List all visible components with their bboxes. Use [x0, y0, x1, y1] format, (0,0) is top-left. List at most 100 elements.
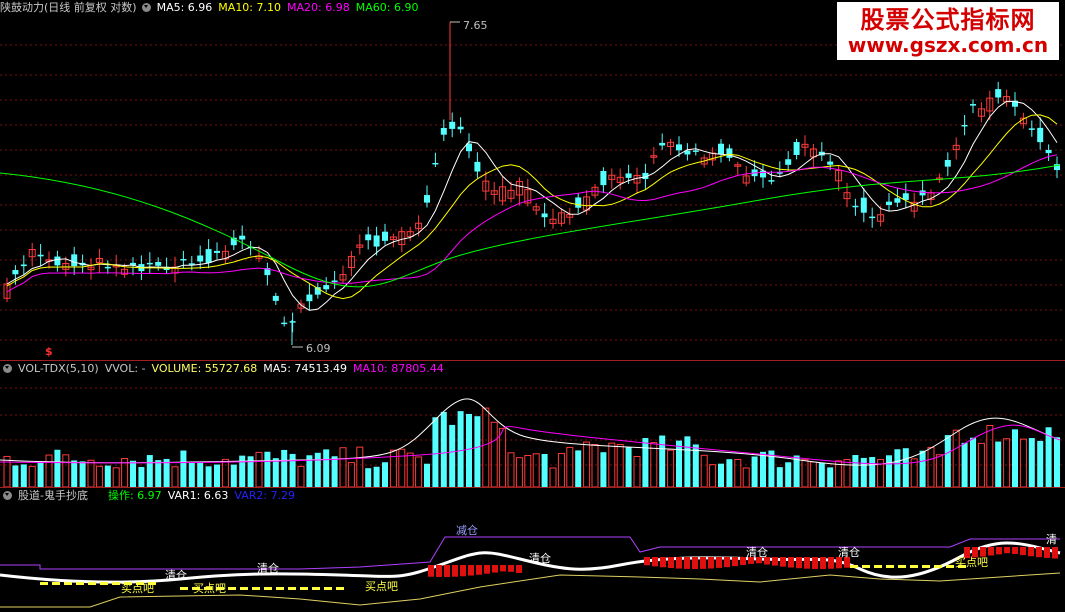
indicator-title[interactable]: 股道-鬼手抄底 — [18, 489, 88, 502]
volume-bar — [188, 462, 195, 487]
red-block — [780, 557, 786, 567]
red-block — [660, 557, 666, 568]
yellow-dash — [252, 587, 260, 590]
candle-body — [306, 294, 313, 302]
volume-bar — [499, 427, 507, 487]
volume-bar — [389, 449, 397, 487]
candle-body — [449, 121, 456, 129]
volume-bar — [45, 454, 53, 487]
volume-bar — [356, 446, 364, 487]
volume-bar — [37, 461, 44, 487]
vol-title[interactable]: VOL-TDX(5,10) — [18, 362, 99, 375]
candle-body — [1028, 128, 1035, 130]
volume-bar — [221, 458, 229, 487]
candle-body — [331, 280, 338, 282]
dropdown-circle-icon[interactable] — [141, 3, 151, 12]
volume-bar — [406, 452, 414, 487]
price-chart-panel[interactable]: 陕鼓动力(日线 前复权 对数) MA5: 6.96 MA10: 7.10 MA20: … — [0, 0, 1065, 360]
reduce-label: 减仓 — [456, 524, 478, 537]
volume-bar — [541, 454, 548, 487]
volume-bar — [760, 451, 766, 487]
candle-body — [382, 231, 388, 241]
volume-bar — [625, 447, 632, 487]
yellow-dash — [240, 587, 248, 590]
yellow-dash — [910, 565, 918, 568]
vol-ma5-readout: MA5: 74513.49 — [263, 362, 347, 375]
dropdown-circle-icon[interactable] — [3, 364, 12, 373]
candle-body — [440, 127, 447, 135]
volume-bar — [365, 468, 372, 487]
red-block — [492, 565, 498, 573]
red-block — [820, 557, 826, 569]
volume-bar — [466, 413, 472, 487]
yellow-dash — [886, 565, 894, 568]
candle-body — [718, 143, 724, 155]
volume-bar — [751, 456, 758, 487]
candle-body — [860, 197, 867, 213]
red-block — [484, 565, 490, 574]
clear-label: 清仓 — [746, 546, 768, 559]
yellow-dash — [100, 582, 108, 585]
clear-label: 清仓 — [838, 546, 860, 559]
volume-bar — [314, 452, 321, 487]
volume-bar — [734, 458, 742, 487]
candle-body — [785, 159, 792, 165]
candle-body — [155, 261, 162, 266]
volume-bar — [961, 442, 968, 487]
red-block — [788, 557, 794, 568]
ma10-readout: MA10: 7.10 — [218, 1, 282, 14]
stock-title[interactable]: 陕鼓动力(日线 前复权 对数) — [0, 1, 137, 14]
ma60-readout: MA60: 6.90 — [355, 1, 419, 14]
red-block — [452, 565, 458, 577]
candle-body — [12, 270, 19, 275]
volume-bar — [205, 466, 212, 487]
ma5-line — [6, 100, 1058, 311]
yellow-dash — [850, 565, 858, 568]
volume-bar — [347, 462, 355, 487]
ma60-line — [0, 164, 1061, 288]
volume-chart-panel[interactable]: VOL-TDX(5,10) VVOL: - VOLUME: 55727.68 MA5:… — [0, 360, 1065, 487]
volume-bar — [809, 461, 817, 487]
red-block — [516, 565, 522, 573]
volume-bar — [432, 417, 439, 487]
volume-bar — [457, 411, 464, 487]
red-block — [812, 557, 818, 569]
volume-bar — [474, 416, 481, 487]
red-block — [988, 547, 994, 556]
volume-bar — [718, 463, 724, 487]
dropdown-circle-icon[interactable] — [3, 491, 12, 500]
volume-bar — [532, 453, 540, 487]
candle-body — [180, 258, 187, 261]
red-block — [676, 557, 682, 569]
volume-bar — [3, 455, 11, 487]
volume-bar — [28, 465, 36, 487]
candle-body — [1037, 127, 1044, 143]
yellow-dash — [40, 582, 48, 585]
volume-bar — [659, 435, 666, 487]
volume-bar — [676, 440, 682, 487]
candle-body — [197, 255, 204, 262]
volume-bar — [323, 449, 330, 487]
red-block — [436, 565, 442, 577]
volume-bar — [970, 437, 976, 487]
volume-chart[interactable] — [0, 360, 1065, 487]
yellow-dash — [88, 582, 96, 585]
red-block — [708, 557, 714, 569]
volume-bar — [62, 454, 70, 487]
volume-bar — [1003, 438, 1011, 487]
candle-body — [894, 198, 901, 203]
volume-bar — [684, 436, 691, 487]
volume-bar — [104, 465, 111, 487]
red-block — [772, 557, 778, 566]
candle-body — [827, 161, 834, 165]
vol-ma10-readout: MA10: 87805.44 — [352, 362, 444, 375]
indicator-panel[interactable]: 股道-鬼手抄底 操作: 6.97 VAR1: 6.63 VAR2: 7.29 减仓 清… — [0, 487, 1065, 612]
watermark-title: 股票公式指标网 — [860, 6, 1036, 34]
ma20-readout: MA20: 6.98 — [287, 1, 350, 14]
volume-bar — [331, 456, 338, 487]
red-block — [1020, 547, 1026, 556]
volume-bar — [95, 465, 103, 487]
volume-ma10-line — [0, 424, 1061, 465]
volume-bar — [995, 441, 1002, 487]
red-block — [996, 547, 1002, 555]
